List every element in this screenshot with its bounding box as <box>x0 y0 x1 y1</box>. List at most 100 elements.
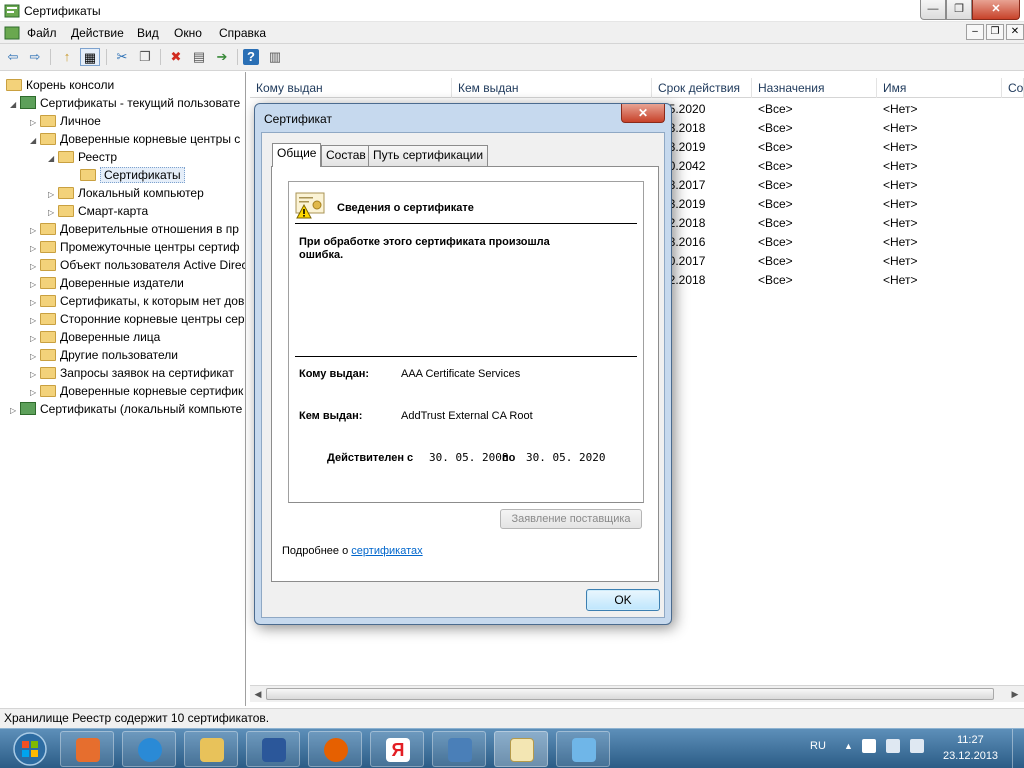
cut-icon[interactable]: ✂ <box>112 48 132 66</box>
certificates-help-link[interactable]: сертификатах <box>351 545 422 557</box>
properties-icon[interactable]: ▤ <box>189 48 209 66</box>
tree-node-smartcard-trusted-root[interactable]: ▷ Доверенные корневые сертифик <box>30 382 243 400</box>
internet-explorer-icon <box>138 738 162 762</box>
action-pane-icon[interactable]: ▥ <box>265 48 285 66</box>
tree-node-enterprise-trust[interactable]: ▷ Доверительные отношения в пр <box>30 220 239 238</box>
tree-node-smart-card[interactable]: ▷ Смарт-карта <box>48 202 148 220</box>
show-hide-tree-icon[interactable]: ▦ <box>80 48 100 66</box>
dialog-close-button[interactable]: ✕ <box>621 104 665 123</box>
clock-date[interactable]: 23.12.2013 <box>943 750 998 762</box>
maximize-button[interactable]: ❐ <box>946 0 972 20</box>
menu-file[interactable]: Файл <box>27 26 57 40</box>
scroll-right-arrow-icon[interactable]: ▶ <box>1008 688 1022 700</box>
taskbar-media-player[interactable] <box>60 731 114 767</box>
tree-node-intermediate[interactable]: ▷ Промежуточные центры сертиф <box>30 238 240 256</box>
help-icon[interactable]: ? <box>243 49 259 65</box>
ok-button[interactable]: OK <box>586 589 660 611</box>
delete-icon[interactable]: ✖ <box>166 48 186 66</box>
volume-icon[interactable] <box>910 739 924 753</box>
folder-icon <box>40 241 56 253</box>
list-horizontal-scrollbar[interactable]: ◀ ▶ <box>250 685 1024 702</box>
tree-node-third-party-root[interactable]: ▷ Сторонние корневые центры сер <box>30 310 245 328</box>
tree-node-personal[interactable]: ▷ Личное <box>30 112 101 130</box>
tab-details[interactable]: Состав <box>321 145 371 166</box>
menu-help[interactable]: Справка <box>219 26 266 40</box>
tree-node-root[interactable]: Корень консоли <box>6 76 114 94</box>
cell-name: <Нет> <box>883 254 918 268</box>
tree-node-trusted-publishers[interactable]: ▷ Доверенные издатели <box>30 274 184 292</box>
column-name[interactable]: Имя <box>877 78 1002 98</box>
language-indicator[interactable]: RU <box>810 740 826 752</box>
copy-icon[interactable]: ❐ <box>135 48 155 66</box>
clock-time[interactable]: 11:27 <box>957 734 984 746</box>
console-icon <box>4 26 20 40</box>
expanded-arrow-icon[interactable]: ◢ <box>30 132 40 150</box>
more-info-text: Подробнее о сертификатах <box>282 545 423 557</box>
tree-node-local-computer[interactable]: ▷ Локальный компьютер <box>48 184 204 202</box>
tree-node-requests[interactable]: ▷ Запросы заявок на сертификат <box>30 364 234 382</box>
tree-node-certificates[interactable]: Сертификаты <box>80 166 185 184</box>
mdi-close-button[interactable]: ✕ <box>1006 24 1024 40</box>
tree-node-registry[interactable]: ◢ Реестр <box>48 148 117 166</box>
show-hidden-icons-icon[interactable]: ▲ <box>844 741 853 751</box>
tree-node-trusted-root[interactable]: ◢ Доверенные корневые центры с <box>30 130 240 148</box>
scrollbar-thumb[interactable] <box>266 688 994 700</box>
taskbar-word[interactable] <box>246 731 300 767</box>
certificate-info-box: Сведения о сертификате При обработке это… <box>288 181 644 503</box>
show-desktop-button[interactable] <box>1012 729 1024 768</box>
taskbar-internet-explorer[interactable] <box>122 731 176 767</box>
mdi-restore-button[interactable]: ❐ <box>986 24 1004 40</box>
tree-node-other-people[interactable]: ▷ Другие пользователи <box>30 346 178 364</box>
tree-node-trusted-people[interactable]: ▷ Доверенные лица <box>30 328 160 346</box>
tab-panel-general: Сведения о сертификате При обработке это… <box>271 166 659 582</box>
taskbar-yandex[interactable]: Я <box>370 731 424 767</box>
mdi-minimize-button[interactable]: – <box>966 24 984 40</box>
forward-arrow-icon[interactable]: ⇨ <box>25 48 45 66</box>
column-status[interactable]: Со <box>1002 78 1024 98</box>
tree-node-local-machine[interactable]: ▷ Сертификаты (локальный компьюте <box>10 400 242 418</box>
taskbar-certificates[interactable] <box>494 731 548 767</box>
menu-window[interactable]: Окно <box>174 26 202 40</box>
expanded-arrow-icon[interactable]: ◢ <box>10 96 20 114</box>
paint-icon <box>572 738 596 762</box>
certificate-error-message: При обработке этого сертификата произошл… <box>299 236 550 261</box>
minimize-button[interactable]: — <box>920 0 946 20</box>
collapsed-arrow-icon[interactable]: ▷ <box>10 402 20 420</box>
cell-purposes: <Все> <box>758 273 793 287</box>
taskbar-network-computer[interactable] <box>432 731 486 767</box>
tab-certification-path[interactable]: Путь сертификации <box>368 145 489 166</box>
tree-node-ad-user[interactable]: ▷ Объект пользователя Active Direc <box>30 256 245 274</box>
start-button[interactable] <box>4 731 56 767</box>
expanded-arrow-icon[interactable]: ◢ <box>48 150 58 168</box>
word-icon <box>262 738 286 762</box>
column-expiry[interactable]: Срок действия <box>652 78 752 98</box>
column-issued-by[interactable]: Кем выдан <box>452 78 652 98</box>
taskbar-firefox[interactable] <box>308 731 362 767</box>
column-issued-to[interactable]: Кому выдан <box>250 78 452 98</box>
certificates-icon <box>510 738 534 762</box>
close-button[interactable]: ✕ <box>972 0 1020 20</box>
tree-label: Доверительные отношения в пр <box>60 222 239 236</box>
window-titlebar: Сертификаты — ❐ ✕ <box>0 0 1024 22</box>
tab-general[interactable]: Общие <box>272 143 322 167</box>
toolbar: ⇦ ⇨ ↑ ▦ ✂ ❐ ✖ ▤ ➔ ? ▥ <box>0 44 1024 71</box>
back-arrow-icon[interactable]: ⇦ <box>3 48 23 66</box>
issuer-statement-button[interactable]: Заявление поставщика <box>500 509 642 529</box>
tree-label: Смарт-карта <box>78 204 149 218</box>
menu-action[interactable]: Действие <box>71 26 124 40</box>
scroll-left-arrow-icon[interactable]: ◀ <box>251 688 265 700</box>
column-purposes[interactable]: Назначения <box>752 78 877 98</box>
menu-view[interactable]: Вид <box>137 26 159 40</box>
tree-node-untrusted[interactable]: ▷ Сертификаты, к которым нет дов <box>30 292 244 310</box>
up-folder-icon[interactable]: ↑ <box>57 48 77 66</box>
tree-node-current-user[interactable]: ◢ Сертификаты - текущий пользовате <box>10 94 240 112</box>
folder-icon <box>40 349 56 361</box>
export-list-icon[interactable]: ➔ <box>212 48 232 66</box>
folder-icon <box>6 79 22 91</box>
taskbar-file-explorer[interactable] <box>184 731 238 767</box>
window-title: Сертификаты <box>24 4 101 18</box>
network-icon[interactable] <box>886 739 900 753</box>
taskbar-paint[interactable] <box>556 731 610 767</box>
action-center-flag-icon[interactable] <box>862 739 876 753</box>
menu-bar: Файл Действие Вид Окно Справка – ❐ ✕ <box>0 22 1024 44</box>
